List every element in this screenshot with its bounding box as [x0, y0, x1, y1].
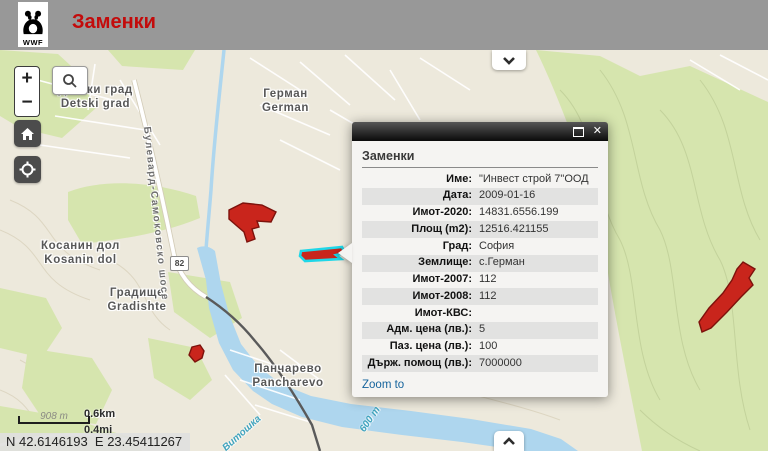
- popup-body: Заменки Име:"Инвест строй 7"ООД Дата:200…: [352, 141, 608, 397]
- chevron-up-icon: [502, 437, 516, 446]
- coordinates-readout: N 42.6146193 E 23.45411267: [0, 433, 190, 451]
- maximize-icon[interactable]: [573, 127, 584, 137]
- page-title: Заменки: [72, 0, 156, 50]
- table-row: Паз. цена (лв.):100: [362, 339, 598, 356]
- wwf-logo-text: WWF: [23, 39, 43, 48]
- table-row: Име:"Инвест строй 7"ООД: [362, 171, 598, 188]
- table-row: Имот-КВС:: [362, 305, 598, 322]
- chevron-down-icon: [502, 56, 516, 65]
- table-row: Град:София: [362, 238, 598, 255]
- table-row: Имот-2008:112: [362, 288, 598, 305]
- popup-title: Заменки: [362, 146, 598, 167]
- map-canvas[interactable]: Детски градDetski grad ГерманGerman Коса…: [0, 50, 768, 451]
- wwf-logo: WWF: [18, 2, 48, 47]
- table-row: Площ (m2):12516.421155: [362, 221, 598, 238]
- zoom-out-button[interactable]: −: [14, 91, 40, 117]
- table-row: Имот-2020:14831.6556.199: [362, 205, 598, 222]
- parcel-large: [229, 203, 276, 242]
- zoom-to-link[interactable]: Zoom to: [362, 379, 404, 391]
- search-button[interactable]: [52, 66, 88, 95]
- wwf-panda-icon: [20, 7, 46, 39]
- expand-panel-bottom-button[interactable]: [494, 431, 524, 451]
- home-icon: [20, 127, 35, 141]
- table-row: Землище:с.Герман: [362, 255, 598, 272]
- attribute-table: Име:"Инвест строй 7"ООД Дата:2009-01-16 …: [362, 171, 598, 372]
- popup-divider: [362, 167, 598, 168]
- zoom-in-button[interactable]: +: [14, 66, 40, 92]
- table-row: Дата:2009-01-16: [362, 188, 598, 205]
- search-icon: [62, 73, 78, 89]
- popup-titlebar[interactable]: ✕: [352, 122, 608, 141]
- locate-button[interactable]: [14, 156, 41, 183]
- table-row: Държ. помощ (лв.):7000000: [362, 355, 598, 372]
- home-button[interactable]: [14, 120, 41, 147]
- feature-popup: ✕ Заменки Име:"Инвест строй 7"ООД Дата:2…: [352, 122, 608, 397]
- app-header: WWF Заменки: [0, 0, 768, 50]
- road-shield-82: 82: [170, 256, 189, 271]
- locate-icon: [19, 161, 36, 178]
- table-row: Адм. цена (лв.):5: [362, 322, 598, 339]
- table-row: Имот-2007:112: [362, 272, 598, 289]
- collapse-panel-top-button[interactable]: [492, 50, 526, 70]
- popup-callout-arrow: [338, 243, 352, 263]
- close-icon[interactable]: ✕: [593, 126, 602, 137]
- app-window: WWF Заменки: [0, 0, 768, 451]
- scale-bar-label: 908 m: [24, 411, 84, 422]
